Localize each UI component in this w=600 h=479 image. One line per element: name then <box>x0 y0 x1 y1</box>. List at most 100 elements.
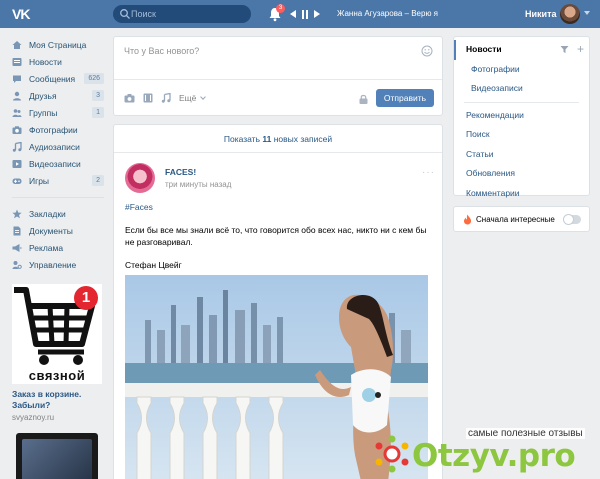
post-body: #Faces Если бы все мы знали всё то, что … <box>125 201 430 282</box>
next-track-icon[interactable] <box>314 10 320 18</box>
search-box[interactable] <box>113 5 251 23</box>
menu-item-friends[interactable]: Друзья 3 <box>12 87 104 104</box>
menu-item-manage[interactable]: Управление <box>12 256 104 273</box>
video-icon[interactable] <box>143 93 153 103</box>
post-time[interactable]: три минуты назад <box>165 180 231 189</box>
right-menu-articles[interactable]: Статьи <box>454 145 589 165</box>
right-menu-updates[interactable]: Обновления <box>454 164 589 184</box>
menu-item-documents[interactable]: Документы <box>12 222 104 239</box>
fire-icon <box>463 214 472 225</box>
music-icon <box>12 141 22 152</box>
menu-item-ads[interactable]: Реклама <box>12 239 104 256</box>
manage-icon <box>12 260 22 269</box>
user-name[interactable]: Никита <box>525 9 556 19</box>
camera-icon[interactable] <box>124 93 135 103</box>
right-menu-label: Новости <box>466 44 502 54</box>
menu-item-bookmarks[interactable]: Закладки <box>12 205 104 222</box>
message-icon <box>13 75 21 83</box>
show-new-posts-link[interactable]: Показать 11 новых записей <box>114 125 442 153</box>
video-icon <box>12 159 22 168</box>
groups-icon <box>12 108 22 117</box>
right-menu-news[interactable]: Новости + <box>454 40 589 60</box>
notifications-badge: 3 <box>276 4 285 13</box>
vk-logo[interactable]: VK <box>12 6 34 22</box>
top-header: VK 3 Жанна Агузарова – Верю я Никита <box>0 0 600 28</box>
messages-count-badge: 626 <box>84 73 104 84</box>
menu-item-label: Закладки <box>29 208 66 219</box>
friends-count-badge: 3 <box>92 90 104 101</box>
friends-icon <box>13 91 21 100</box>
ad-title[interactable]: Заказ в корзине. Забыли? <box>12 389 102 411</box>
svyaznoy-logo: связной <box>28 368 86 383</box>
send-button[interactable]: Отправить <box>376 89 434 107</box>
menu-item-label: Игры <box>29 175 50 186</box>
interesting-first-toggle[interactable] <box>563 214 581 225</box>
menu-item-news[interactable]: Новости <box>12 53 104 70</box>
menu-item-label: Фотографии <box>29 124 78 135</box>
menu-item-label: Управление <box>29 259 77 270</box>
menu-item-my-page[interactable]: Моя Страница <box>12 36 104 53</box>
ad-block[interactable]: 1 связной Заказ в корзине. Забыли? svyaz… <box>12 284 102 422</box>
post-composer: Что у Вас нового? Ещё Отправить <box>113 36 443 116</box>
post-text: Если бы все мы знали всё то, что говорит… <box>125 225 427 247</box>
menu-item-label: Сообщения <box>29 73 76 84</box>
games-icon <box>12 178 22 184</box>
chevron-down-icon <box>199 94 206 100</box>
post-author-avatar[interactable] <box>125 163 155 193</box>
menu-item-groups[interactable]: Группы 1 <box>12 104 104 121</box>
post-header: FACES! три минуты назад ··· <box>125 163 435 195</box>
more-options-icon[interactable]: ··· <box>422 167 435 178</box>
menu-item-games[interactable]: Игры 2 <box>12 172 104 189</box>
menu-item-label: Видеозаписи <box>29 158 81 169</box>
ads-icon <box>12 243 22 252</box>
star-icon <box>12 209 22 218</box>
menu-item-label: Реклама <box>29 242 64 253</box>
cart-count-badge: 1 <box>81 289 91 306</box>
menu-item-audio[interactable]: Аудиозаписи <box>12 138 104 155</box>
more-attach-button[interactable]: Ещё <box>179 93 206 103</box>
right-menu-comments[interactable]: Комментарии <box>454 184 589 204</box>
watermark: самые полезные отзывы Otzyv.pro <box>372 422 600 479</box>
current-track[interactable]: Жанна Агузарова – Верю я <box>337 9 438 18</box>
left-menu: Моя Страница Новости Сообщения 626 Друзь… <box>12 36 104 273</box>
menu-divider <box>12 197 104 198</box>
otzyv-logo-icon <box>375 435 409 473</box>
menu-item-label: Друзья <box>29 90 57 101</box>
lock-icon[interactable] <box>359 94 368 104</box>
chevron-down-icon[interactable] <box>584 11 590 15</box>
more-label: Ещё <box>179 93 197 103</box>
interesting-first-toggle-row[interactable]: Сначала интересные <box>453 206 590 232</box>
groups-count-badge: 1 <box>92 107 104 118</box>
menu-item-photos[interactable]: Фотографии <box>12 121 104 138</box>
right-menu-videos[interactable]: Видеозаписи <box>454 79 589 99</box>
ad-image[interactable]: 1 связной <box>12 284 102 384</box>
ad-tablet-image[interactable] <box>16 433 98 479</box>
menu-item-video[interactable]: Видеозаписи <box>12 155 104 172</box>
right-menu: Новости + Фотографии Видеозаписи Рекомен… <box>453 36 590 198</box>
show-new-suffix: новых записей <box>271 134 333 144</box>
pause-icon[interactable] <box>302 9 308 19</box>
filter-icon[interactable] <box>560 45 569 54</box>
interesting-first-label: Сначала интересные <box>476 215 555 224</box>
search-input[interactable] <box>131 5 246 23</box>
right-menu-recommendations[interactable]: Рекомендации <box>454 106 589 126</box>
plus-icon[interactable]: + <box>577 40 584 60</box>
post-author[interactable]: FACES! <box>165 167 196 177</box>
smile-icon[interactable] <box>421 45 433 57</box>
ad-domain: svyaznoy.ru <box>12 413 55 422</box>
menu-item-label: Моя Страница <box>29 39 87 50</box>
menu-item-messages[interactable]: Сообщения 626 <box>12 70 104 87</box>
news-icon <box>12 57 22 66</box>
user-avatar[interactable] <box>560 4 580 24</box>
composer-input[interactable]: Что у Вас нового? <box>124 46 404 56</box>
prev-track-icon[interactable] <box>290 10 296 18</box>
right-menu-photos[interactable]: Фотографии <box>454 60 589 80</box>
search-icon <box>120 9 130 19</box>
composer-divider <box>114 79 442 80</box>
games-count-badge: 2 <box>92 175 104 186</box>
menu-item-label: Документы <box>29 225 73 236</box>
attach-tools: Ещё <box>124 93 206 103</box>
post-hashtag[interactable]: #Faces <box>125 202 153 212</box>
right-menu-search[interactable]: Поиск <box>454 125 589 145</box>
music-icon[interactable] <box>161 93 171 103</box>
